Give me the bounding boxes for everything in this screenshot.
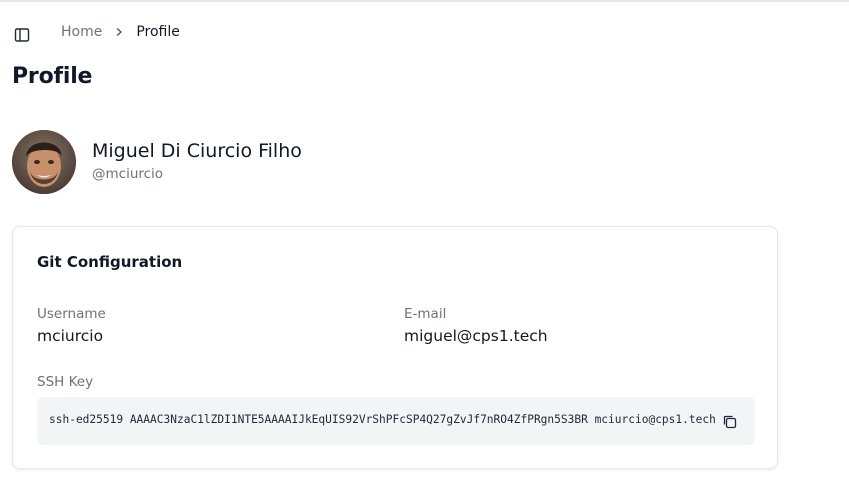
user-full-name: Miguel Di Ciurcio Filho — [92, 140, 302, 162]
breadcrumb-home-link[interactable]: Home — [61, 24, 102, 40]
page-title: Profile — [12, 64, 93, 89]
chevron-right-icon — [102, 27, 136, 37]
user-handle: @mciurcio — [92, 166, 164, 182]
panel-left-icon — [14, 28, 30, 42]
avatar — [12, 130, 76, 194]
breadcrumb-current: Profile — [136, 24, 180, 40]
card-title: Git Configuration — [37, 253, 183, 271]
ssh-key-box: ssh-ed25519 AAAAC3NzaC1lZDI1NTE5AAAAIJkE… — [37, 397, 755, 445]
username-value: mciurcio — [37, 327, 104, 345]
top-divider — [0, 0, 849, 2]
email-label: E-mail — [404, 306, 447, 322]
email-value: miguel@cps1.tech — [404, 327, 548, 345]
username-label: Username — [37, 306, 106, 322]
breadcrumb: Home Profile — [61, 24, 180, 40]
top-bar: Home Profile — [0, 16, 849, 50]
git-configuration-card: Git Configuration Username mciurcio E-ma… — [12, 226, 778, 469]
copy-icon[interactable] — [722, 414, 738, 430]
sidebar-toggle-button[interactable] — [13, 26, 31, 44]
ssh-key-value[interactable]: ssh-ed25519 AAAAC3NzaC1lZDI1NTE5AAAAIJkE… — [49, 413, 725, 426]
ssh-key-label: SSH Key — [37, 374, 94, 390]
